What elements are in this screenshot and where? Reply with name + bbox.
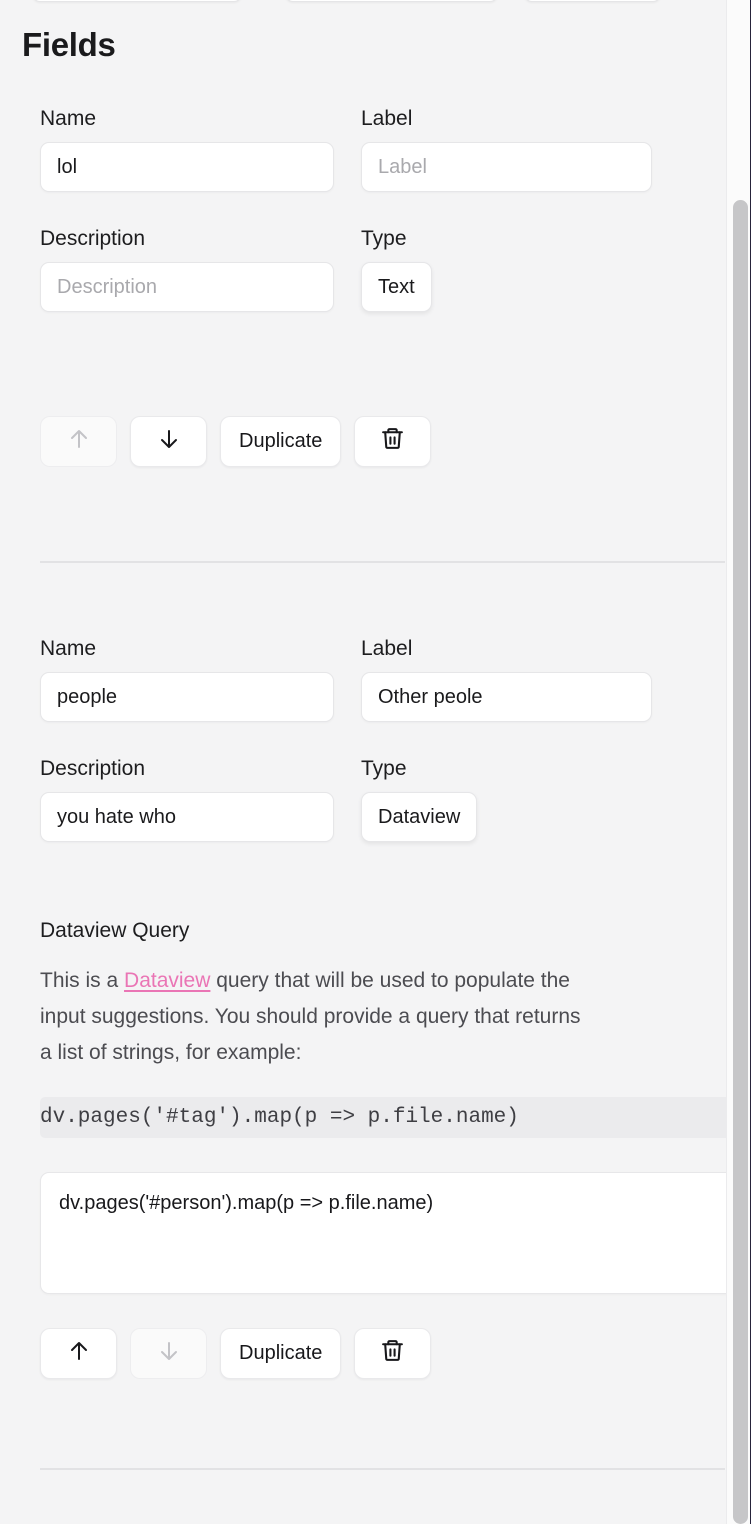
description-line-1: This is a Dataview query that will be us…: [40, 963, 727, 999]
trash-icon: [380, 1338, 405, 1369]
arrow-down-icon: [157, 427, 181, 457]
field-description-label: Description: [40, 757, 146, 780]
field-label-label: Label: [361, 637, 413, 660]
background-content-sliver: [750, 0, 754, 1524]
dataview-link[interactable]: Dataview: [124, 969, 210, 992]
field-actions-row: Duplicate: [40, 1328, 432, 1379]
description-line-3: a list of strings, for example:: [40, 1041, 302, 1064]
dataview-example-code: dv.pages('#tag').map(p => p.file.name): [40, 1097, 727, 1138]
field-row-description-type: Description Type Text: [0, 228, 727, 348]
dataview-query-title: Dataview Query: [40, 919, 190, 942]
field-type-select[interactable]: Dataview: [361, 792, 478, 842]
field-name-input[interactable]: [40, 142, 334, 192]
field-name-label: Name: [40, 637, 97, 660]
settings-scroll-viewport[interactable]: Fields Name Label Description Type Text: [0, 0, 727, 1524]
dataview-query-section: Dataview Query This is a Dataview query …: [40, 920, 727, 1299]
field-type-group: Type Dataview: [361, 758, 652, 842]
field-name-input[interactable]: [40, 672, 334, 722]
field-description-input[interactable]: [40, 262, 334, 312]
field-label-input[interactable]: [361, 672, 652, 722]
field-row-description-type: Description Type Dataview: [0, 758, 727, 878]
delete-field-button[interactable]: [354, 1328, 432, 1379]
field-section-divider: [40, 561, 725, 563]
field-type-select[interactable]: Text: [361, 262, 432, 312]
clipped-control-2[interactable]: [285, 0, 498, 2]
field-label-input[interactable]: [361, 142, 652, 192]
field-row-name-label: Name Label: [0, 638, 727, 758]
field-description-group: Description: [40, 228, 334, 312]
field-label-group: Label: [361, 638, 652, 722]
dataview-query-description: This is a Dataview query that will be us…: [40, 963, 727, 1071]
description-line-2: input suggestions. You should provide a …: [40, 1005, 581, 1028]
field-editor-block: Name Label Description Type Text: [0, 108, 727, 467]
field-type-label: Type: [361, 227, 407, 250]
move-field-up-button[interactable]: [40, 1328, 117, 1379]
move-field-down-button[interactable]: [130, 416, 207, 467]
arrow-down-icon: [157, 1339, 181, 1369]
field-section-divider: [40, 1468, 725, 1470]
page-title: Fields: [22, 26, 116, 63]
field-description-group: Description: [40, 758, 334, 842]
field-name-label: Name: [40, 107, 97, 130]
field-row-name-label: Name Label: [0, 108, 727, 228]
field-name-group: Name: [40, 638, 334, 722]
scrollbar-thumb[interactable]: [733, 200, 748, 1524]
trash-icon: [380, 426, 405, 457]
field-description-input[interactable]: [40, 792, 334, 842]
arrow-up-icon: [67, 1339, 91, 1369]
clipped-control-3[interactable]: [524, 0, 661, 2]
field-name-group: Name: [40, 108, 334, 192]
field-actions-row: Duplicate: [40, 416, 432, 467]
description-text-1b: query that will be used to populate the: [210, 969, 570, 992]
move-field-down-button[interactable]: [130, 1328, 207, 1379]
field-label-group: Label: [361, 108, 652, 192]
duplicate-field-button[interactable]: Duplicate: [220, 1328, 342, 1379]
clipped-control-1[interactable]: [32, 0, 242, 2]
field-label-label: Label: [361, 107, 413, 130]
description-text-1a: This is a: [40, 969, 125, 992]
delete-field-button[interactable]: [354, 416, 432, 467]
dataview-query-textarea[interactable]: [40, 1172, 727, 1294]
field-type-label: Type: [361, 757, 407, 780]
vertical-scrollbar[interactable]: [726, 0, 750, 1524]
clipped-controls-row: [0, 0, 727, 2]
field-editor-block: Name Label Description Type Dataview: [0, 638, 727, 878]
field-type-group: Type Text: [361, 228, 652, 312]
arrow-up-icon: [67, 427, 91, 457]
field-description-label: Description: [40, 227, 146, 250]
duplicate-field-button[interactable]: Duplicate: [220, 416, 342, 467]
move-field-up-button[interactable]: [40, 416, 117, 467]
